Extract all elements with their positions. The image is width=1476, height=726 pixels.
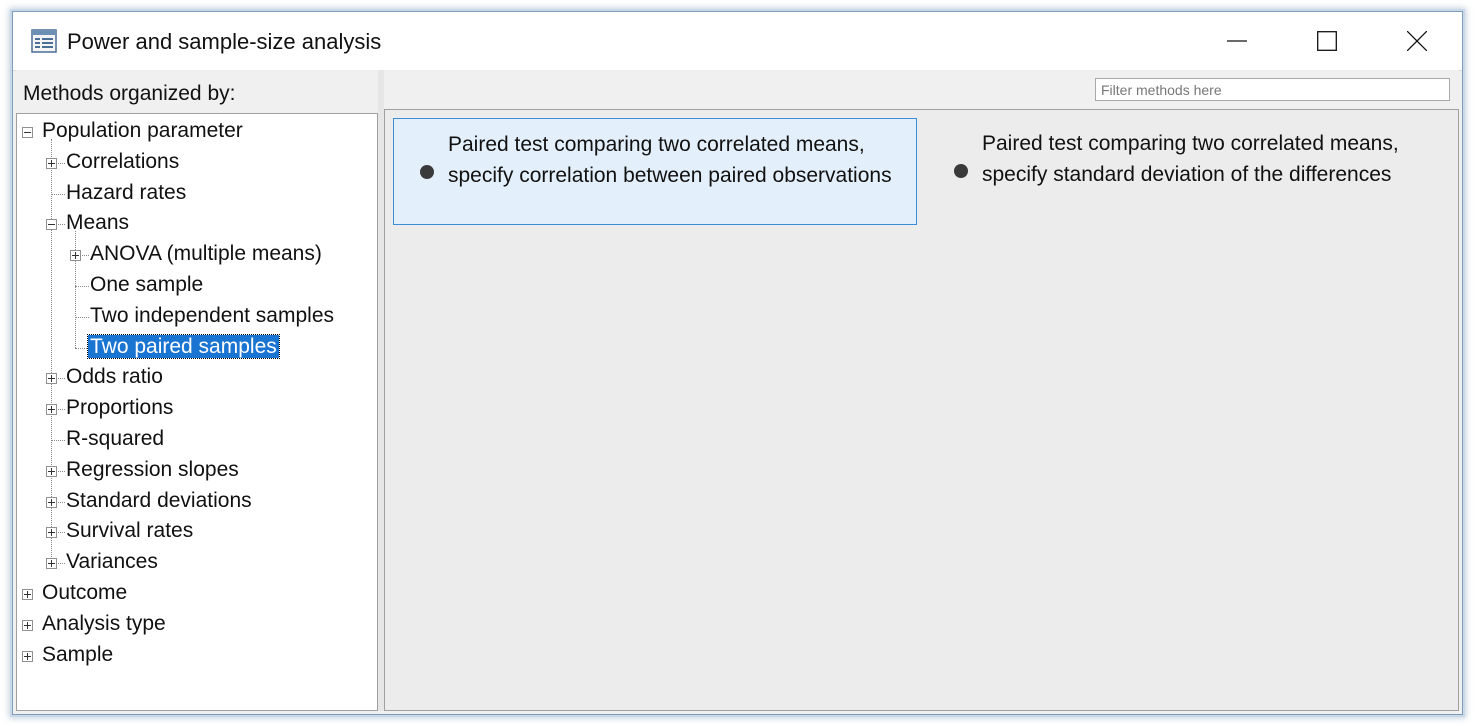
tree-item-label: Analysis type — [42, 611, 166, 635]
tree-item-label: ANOVA (multiple means) — [90, 242, 322, 266]
tree-connector-line — [75, 231, 76, 348]
expander-plus-icon[interactable] — [46, 496, 57, 508]
filter-methods-input[interactable] — [1095, 78, 1450, 101]
tree-item-label: Proportions — [66, 396, 174, 420]
tree-item-label: Standard deviations — [66, 488, 252, 512]
tree-item[interactable]: Two paired samples — [87, 332, 280, 362]
close-button[interactable] — [1372, 12, 1462, 70]
tree-item-label: Means — [66, 211, 130, 235]
tree-item[interactable]: Hazard rates — [66, 178, 186, 208]
tree-item[interactable]: ANOVA (multiple means) — [90, 239, 322, 269]
tree-item[interactable]: Proportions — [66, 393, 173, 423]
close-icon — [1407, 31, 1427, 51]
expander-plus-icon[interactable] — [46, 157, 57, 169]
tree-item[interactable]: Two independent samples — [90, 301, 334, 331]
tree-item-label: Odds ratio — [66, 365, 163, 389]
tree-item[interactable]: Variances — [66, 547, 158, 577]
tree-item[interactable]: Sample — [42, 640, 113, 670]
tree-item[interactable]: Population parameter — [42, 116, 243, 146]
tree-item[interactable]: Survival rates — [66, 516, 193, 546]
expander-plus-icon[interactable] — [46, 373, 57, 385]
minimize-button[interactable] — [1192, 12, 1282, 70]
tree-connector-line — [51, 193, 65, 195]
expander-plus-icon[interactable] — [22, 619, 33, 631]
expander-plus-icon[interactable] — [46, 404, 57, 416]
method-item-std-dev-differences[interactable]: Paired test comparing two correlated mea… — [928, 118, 1452, 225]
tree-item-label: One sample — [90, 273, 204, 296]
tree-item-label: R-squared — [66, 427, 165, 450]
tree-item[interactable]: Outcome — [42, 578, 127, 608]
expander-plus-icon[interactable] — [70, 250, 81, 262]
tree-connector-line — [75, 286, 89, 287]
tree-item-label: Correlations — [66, 149, 180, 173]
tree-item[interactable]: One sample — [90, 270, 203, 300]
expander-plus-icon[interactable] — [46, 465, 57, 477]
app-window-icon — [31, 29, 57, 53]
methods-organized-by-label: Methods organized by: — [23, 82, 236, 105]
tree-item-label: Sample — [42, 642, 114, 666]
methods-organizer-pane: Methods organized by: Population paramet… — [16, 70, 378, 711]
maximize-button[interactable] — [1282, 12, 1372, 70]
bullet-icon — [954, 164, 968, 178]
tree-item[interactable]: Means — [66, 208, 129, 238]
expander-plus-icon[interactable] — [46, 527, 57, 539]
tree-connector-line — [51, 440, 65, 441]
tree-item-label: Two paired samples — [87, 333, 280, 359]
title-bar: Power and sample-size analysis — [13, 12, 1462, 71]
expander-plus-icon[interactable] — [22, 589, 33, 600]
tree-item-label: Regression slopes — [66, 457, 239, 481]
maximize-icon — [1317, 31, 1337, 51]
method-item-label: Paired test comparing two correlated mea… — [448, 133, 892, 187]
method-category-tree[interactable]: Population parameter Correlations Hazard r… — [16, 113, 378, 711]
tree-item-label: Population parameter — [42, 119, 243, 142]
expander-minus-icon[interactable] — [22, 127, 33, 138]
expander-minus-icon[interactable] — [46, 219, 57, 231]
tree-item-label: Survival rates — [66, 519, 194, 543]
tree-item-label: Hazard rates — [66, 180, 187, 204]
minimize-icon — [1227, 40, 1247, 42]
method-item-label: Paired test comparing two correlated mea… — [982, 132, 1399, 186]
expander-plus-icon[interactable] — [46, 558, 57, 570]
tree-item[interactable]: Correlations — [66, 147, 179, 177]
method-item-correlation[interactable]: Paired test comparing two correlated mea… — [393, 118, 917, 225]
tree-item[interactable]: R-squared — [66, 424, 164, 454]
tree-item[interactable]: Analysis type — [42, 609, 166, 639]
tree-item[interactable]: Standard deviations — [66, 486, 252, 516]
methods-list-pane: Paired test comparing two correlated mea… — [384, 70, 1459, 711]
tree-item-label: Outcome — [42, 581, 128, 604]
tree-item[interactable]: Odds ratio — [66, 362, 163, 392]
bullet-icon — [420, 165, 434, 179]
methods-list: Paired test comparing two correlated mea… — [384, 109, 1459, 711]
dialog-window: Power and sample-size analysis Methods o… — [12, 11, 1463, 715]
expander-plus-icon[interactable] — [22, 650, 33, 662]
window-title: Power and sample-size analysis — [67, 29, 382, 54]
tree-item-label: Variances — [66, 550, 158, 574]
tree-item-label: Two independent samples — [90, 303, 334, 327]
tree-item[interactable]: Regression slopes — [66, 455, 239, 485]
tree-connector-line — [75, 316, 89, 318]
tree-connector-line — [75, 347, 89, 349]
